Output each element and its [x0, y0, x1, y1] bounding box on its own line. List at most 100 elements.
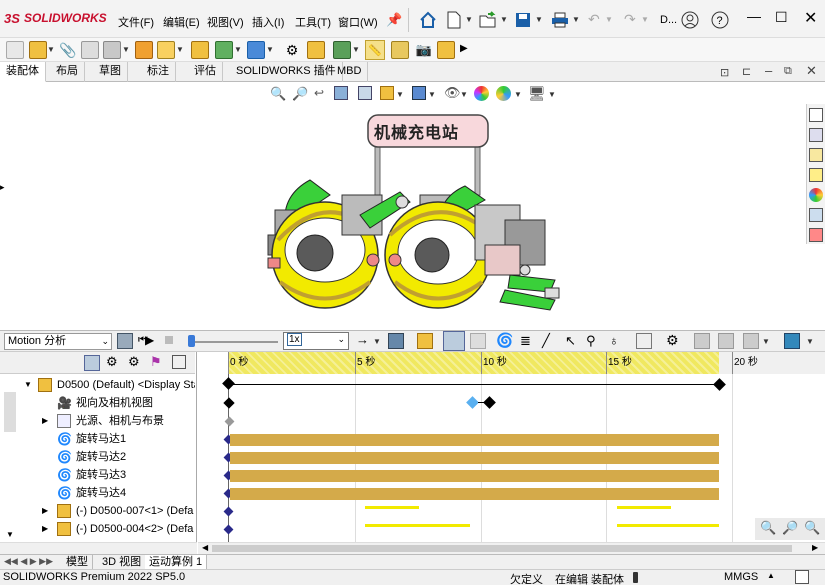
take-snapshot-icon[interactable]: 📷: [414, 40, 434, 60]
instant3d-dropdown-icon[interactable]: ▼: [352, 45, 360, 54]
rebuild-indicator-icon[interactable]: [633, 572, 638, 583]
zoom-in-icon[interactable]: 🔎: [782, 520, 798, 536]
menu-edit[interactable]: 编辑(E): [163, 14, 200, 30]
display-style-icon[interactable]: [412, 86, 426, 100]
undo-icon[interactable]: ↶: [588, 11, 600, 28]
hide-show-items-icon[interactable]: 👁: [444, 85, 461, 101]
apply-scene-icon[interactable]: [496, 86, 511, 101]
collapse-arrow-icon[interactable]: ▼: [24, 376, 32, 394]
view-palette-icon[interactable]: [809, 168, 823, 182]
previous-view-icon[interactable]: ↩: [314, 86, 324, 100]
add-key-icon[interactable]: [470, 333, 486, 349]
tab-sketch[interactable]: 草图: [93, 62, 128, 82]
zoom-out-icon[interactable]: 🔍: [760, 520, 776, 536]
key-point-end[interactable]: [713, 378, 726, 391]
simulation-setup-icon[interactable]: [694, 333, 710, 349]
lights-key[interactable]: [224, 416, 235, 427]
timeline-view-icon[interactable]: [784, 333, 800, 349]
graphics-area[interactable]: 🔍 🔎 ↩ ▼ ▼ 👁 ▼ ▼ 🖥 ▼ 机械充电站 ▸: [0, 82, 825, 330]
account-icon[interactable]: [680, 10, 700, 30]
animation-wizard-icon[interactable]: [417, 333, 433, 349]
motion-dropdown-icon[interactable]: ▼: [266, 45, 274, 54]
tab-markup[interactable]: 标注: [141, 62, 176, 82]
instant3d-icon[interactable]: [332, 40, 352, 60]
filter-animated-icon[interactable]: [84, 355, 100, 371]
edit-appearance-icon[interactable]: [474, 86, 489, 101]
home-icon[interactable]: [418, 10, 438, 30]
tab-scroll-icons[interactable]: ◀◀ ◀ ▶ ▶▶: [4, 556, 53, 567]
expand-arrow-icon[interactable]: ▶: [42, 412, 48, 430]
tab-layout[interactable]: 布局: [50, 62, 85, 82]
redo-icon[interactable]: ↷: [624, 11, 636, 28]
timeline-hscrollbar[interactable]: ◀ ▶: [198, 542, 825, 554]
tree-item-component-007[interactable]: ▶ (-) D0500-007<1> (Defa: [0, 502, 195, 520]
tab-evaluate[interactable]: 评估: [188, 62, 223, 82]
component-004-key[interactable]: [223, 524, 234, 535]
expand-arrow-icon[interactable]: ▶: [42, 502, 48, 520]
tree-item-motor-1[interactable]: 🌀 旋转马达1: [0, 430, 195, 448]
pattern-dropdown-icon[interactable]: ▼: [122, 45, 130, 54]
save-dropdown-icon[interactable]: ▼: [535, 15, 543, 24]
exploded-view-icon[interactable]: [306, 40, 326, 60]
tooltip-toggle-icon[interactable]: [795, 570, 809, 584]
timeline-header-active[interactable]: [228, 352, 719, 374]
component-007-change[interactable]: [365, 506, 419, 509]
contact-icon[interactable]: ⚲: [586, 333, 596, 349]
tree-scroll-down-icon[interactable]: ▼: [6, 530, 14, 539]
smart-fasteners-icon[interactable]: [102, 40, 122, 60]
reference-geometry-icon[interactable]: [214, 40, 234, 60]
tree-item-motor-2[interactable]: 🌀 旋转马达2: [0, 448, 195, 466]
open-file-icon[interactable]: [478, 10, 498, 30]
zoom-fit-icon[interactable]: 🔍: [804, 520, 820, 536]
menu-tools[interactable]: 工具(T): [295, 14, 331, 30]
status-units[interactable]: MMGS: [724, 571, 758, 583]
motor-1-bar[interactable]: [230, 434, 719, 446]
minimize-icon[interactable]: —: [747, 8, 761, 24]
menu-view[interactable]: 视图(V): [207, 14, 244, 30]
filter-selected-icon[interactable]: ⚙: [128, 354, 140, 370]
timeline-view-dropdown-icon[interactable]: ▼: [806, 337, 814, 346]
menu-insert[interactable]: 插入(I): [252, 14, 284, 30]
file-explorer-icon[interactable]: [809, 148, 823, 162]
export-icon[interactable]: [718, 333, 734, 349]
insert-component-icon[interactable]: [28, 40, 48, 60]
tree-hscrollbar[interactable]: [0, 542, 197, 554]
timeline-area[interactable]: 0 秒 5 秒 10 秒 15 秒 20 秒 🔍 🔎 🔍: [198, 352, 825, 542]
restore-panel-icon[interactable]: ⊡: [720, 66, 729, 79]
scene-dropdown-icon[interactable]: ▼: [514, 90, 522, 99]
maximize-icon[interactable]: ☐: [775, 9, 788, 26]
playback-slider[interactable]: [188, 335, 278, 347]
section-view-icon[interactable]: [334, 86, 348, 100]
new-dropdown-icon[interactable]: ▼: [465, 15, 473, 24]
filter-driving-icon[interactable]: ⚙: [106, 354, 118, 370]
pin-icon[interactable]: 📌: [386, 12, 402, 28]
camera-key-end[interactable]: [483, 396, 496, 409]
edit-component-icon[interactable]: [5, 40, 25, 60]
new-file-icon[interactable]: [444, 10, 464, 30]
menu-window[interactable]: 窗口(W): [338, 14, 378, 30]
previous-window-icon[interactable]: ⊏: [742, 65, 751, 78]
new-motion-study-icon[interactable]: [246, 40, 266, 60]
close-icon[interactable]: ✕: [804, 8, 817, 28]
spring-icon[interactable]: ≣: [520, 333, 531, 349]
camera-key-start[interactable]: [223, 397, 235, 409]
force-icon[interactable]: ↖: [565, 333, 576, 349]
menu-file[interactable]: 文件(F): [118, 14, 154, 30]
tree-item-motor-3[interactable]: 🌀 旋转马达3: [0, 466, 195, 484]
linear-pattern-icon[interactable]: [80, 40, 100, 60]
calculate-icon[interactable]: [117, 333, 133, 349]
component-004-change[interactable]: [365, 524, 470, 527]
tree-scrollbar-thumb[interactable]: [4, 392, 16, 432]
more-arrow-icon[interactable]: ▶: [460, 43, 468, 54]
filter-results-icon[interactable]: ⚑: [150, 354, 162, 370]
view-orientation-icon[interactable]: [380, 86, 394, 100]
print-icon[interactable]: [550, 10, 570, 30]
large-assembly-icon[interactable]: [436, 40, 456, 60]
results-plots-icon[interactable]: [636, 333, 652, 349]
stop-icon[interactable]: [165, 336, 173, 344]
view-settings-icon[interactable]: 🖥: [528, 85, 546, 102]
show-hidden-icon[interactable]: [156, 40, 176, 60]
mate-icon[interactable]: 📎: [58, 40, 78, 60]
tab-3d-views[interactable]: 3D 视图: [98, 555, 147, 569]
save-animation-icon[interactable]: [388, 333, 404, 349]
